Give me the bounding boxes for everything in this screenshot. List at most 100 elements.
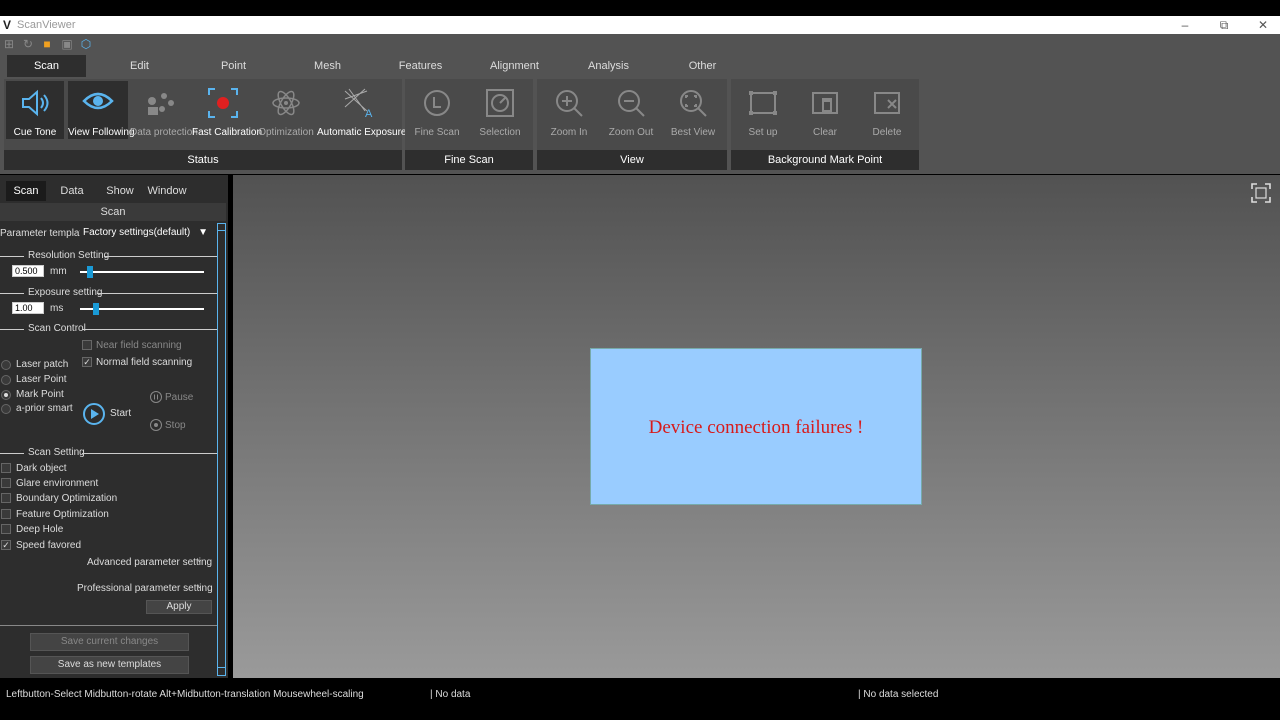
3d-view-icon[interactable]: ⬡ xyxy=(79,37,93,51)
clear-button[interactable]: Clear xyxy=(795,81,855,139)
clear-label: Clear xyxy=(813,127,837,138)
exposure-section: Exposure setting xyxy=(0,287,217,299)
exposure-slider-handle[interactable] xyxy=(93,303,100,315)
tab-features[interactable]: Features xyxy=(381,55,460,77)
best-view-button[interactable]: Best View xyxy=(663,81,723,139)
fast-calibration-button[interactable]: Fast Calibration xyxy=(192,81,263,139)
close-button[interactable]: ✕ xyxy=(1248,17,1278,33)
zoom-out-button[interactable]: Zoom Out xyxy=(601,81,661,139)
data-protection-label: Data protection xyxy=(130,127,198,138)
delete-button[interactable]: Delete xyxy=(857,81,917,139)
optimization-button[interactable]: Optimization xyxy=(257,81,315,139)
delete-icon xyxy=(874,92,900,114)
panel-tab-scan[interactable]: Scan xyxy=(6,181,46,201)
stop-button[interactable] xyxy=(150,419,162,431)
refresh-icon[interactable]: ↻ xyxy=(21,37,35,51)
zoom-out-icon xyxy=(618,90,645,117)
deep-hole-checkbox[interactable] xyxy=(1,524,11,534)
selection-button[interactable]: Selection xyxy=(469,81,531,139)
advanced-parameter-link[interactable]: Advanced parameter setting xyxy=(87,557,212,568)
selection-icon xyxy=(486,89,514,117)
fine-scan-group: Fine Scan Selection Fine Scan xyxy=(405,79,533,170)
atom-icon xyxy=(272,90,300,116)
panel-tab-data[interactable]: Data xyxy=(52,181,92,201)
exposure-input[interactable]: 1.00 xyxy=(12,302,44,314)
pause-button[interactable] xyxy=(150,391,162,403)
fullscreen-icon xyxy=(1251,183,1271,203)
tab-point[interactable]: Point xyxy=(194,55,273,77)
tab-alignment[interactable]: Alignment xyxy=(475,55,554,77)
fast-calibration-label: Fast Calibration xyxy=(192,127,263,138)
fine-scan-label: Fine Scan xyxy=(414,127,460,138)
data-protection-button[interactable]: Data protection xyxy=(130,81,198,139)
boundary-optimization-label: Boundary Optimization xyxy=(16,493,118,504)
dark-object-checkbox[interactable] xyxy=(1,463,11,473)
best-view-label: Best View xyxy=(670,127,716,138)
open-folder-icon[interactable]: ■ xyxy=(40,37,54,51)
set-up-button[interactable]: Set up xyxy=(733,81,793,139)
save-current-changes-button[interactable]: Save current changes xyxy=(30,633,189,651)
save-as-new-templates-button[interactable]: Save as new templates xyxy=(30,656,189,674)
automatic-exposure-button[interactable]: A Automatic Exposure xyxy=(317,81,407,139)
near-field-checkbox[interactable] xyxy=(82,340,92,350)
exposure-title: Exposure setting xyxy=(28,287,103,298)
zoom-in-icon xyxy=(556,90,583,117)
fine-scan-button[interactable]: Fine Scan xyxy=(407,81,467,139)
optimization-label: Optimization xyxy=(258,127,314,138)
near-field-label: Near field scanning xyxy=(96,340,182,351)
mouse-hint-text: Leftbutton-Select Midbutton-rotate Alt+M… xyxy=(6,689,364,700)
tab-analysis[interactable]: Analysis xyxy=(569,55,648,77)
panel-tab-window[interactable]: Window xyxy=(146,181,188,201)
resolution-slider[interactable] xyxy=(80,271,204,273)
tab-edit[interactable]: Edit xyxy=(100,55,179,77)
speed-favored-label: Speed favored xyxy=(16,540,82,551)
error-message: Device connection failures ! xyxy=(648,417,864,438)
3d-viewport[interactable]: Device connection failures ! xyxy=(233,175,1280,678)
panel-tab-show[interactable]: Show xyxy=(100,181,140,201)
deep-hole-label: Deep Hole xyxy=(16,524,64,535)
auto-exposure-icon: A xyxy=(344,88,373,119)
minimize-button[interactable]: – xyxy=(1170,17,1200,33)
new-project-icon[interactable]: ⊞ xyxy=(2,37,16,51)
glare-environment-label: Glare environment xyxy=(16,478,99,489)
param-template-select[interactable]: Factory settings(default) ▼ xyxy=(80,226,212,240)
normal-field-checkbox[interactable]: ✓ xyxy=(82,357,92,367)
tab-scan[interactable]: Scan xyxy=(7,55,86,77)
glare-environment-checkbox[interactable] xyxy=(1,478,11,488)
apply-button[interactable]: Apply xyxy=(146,600,212,614)
stop-label: Stop xyxy=(165,420,186,431)
save-icon[interactable]: ▣ xyxy=(60,37,74,51)
view-group-label: View xyxy=(537,150,727,170)
param-template-value: Factory settings(default) xyxy=(83,227,191,238)
scroll-up-handle[interactable] xyxy=(217,223,226,231)
resolution-input[interactable]: 0.500 xyxy=(12,265,44,277)
main-menu-tabs: Scan Edit Point Mesh Features Alignment … xyxy=(0,55,1280,77)
scroll-down-handle[interactable] xyxy=(217,667,226,676)
feature-optimization-checkbox[interactable] xyxy=(1,509,11,519)
calibration-target-icon xyxy=(208,88,238,118)
zoom-in-button[interactable]: Zoom In xyxy=(539,81,599,139)
tab-other[interactable]: Other xyxy=(663,55,742,77)
error-dialog: Device connection failures ! xyxy=(590,348,922,505)
view-group: Zoom In Zoom Out Best View View xyxy=(537,79,727,170)
resolution-slider-handle[interactable] xyxy=(86,266,93,278)
status-group: Cue Tone View Following Data protection … xyxy=(4,79,407,170)
speed-favored-checkbox[interactable]: ✓ xyxy=(1,540,11,550)
radio-laser-point[interactable] xyxy=(1,375,11,385)
normal-field-label: Normal field scanning xyxy=(96,357,193,368)
radio-a-prior-smart[interactable] xyxy=(1,404,11,414)
restore-button[interactable]: ⧉ xyxy=(1209,17,1239,33)
start-button[interactable] xyxy=(83,403,105,425)
resolution-section: Resolution Setting xyxy=(0,250,217,262)
radio-laser-patch[interactable] xyxy=(1,360,11,370)
fullscreen-button[interactable] xyxy=(1250,182,1272,204)
selection-status-text: | No data selected xyxy=(858,689,939,700)
pause-label: Pause xyxy=(165,392,194,403)
professional-parameter-link[interactable]: Professional parameter setting xyxy=(77,583,213,594)
cue-tone-button[interactable]: Cue Tone xyxy=(6,81,64,139)
radio-mark-point[interactable] xyxy=(1,390,11,400)
view-following-button[interactable]: View Following xyxy=(68,81,135,139)
panel-scrollbar[interactable] xyxy=(217,223,226,670)
tab-mesh[interactable]: Mesh xyxy=(288,55,367,77)
boundary-optimization-checkbox[interactable] xyxy=(1,493,11,503)
